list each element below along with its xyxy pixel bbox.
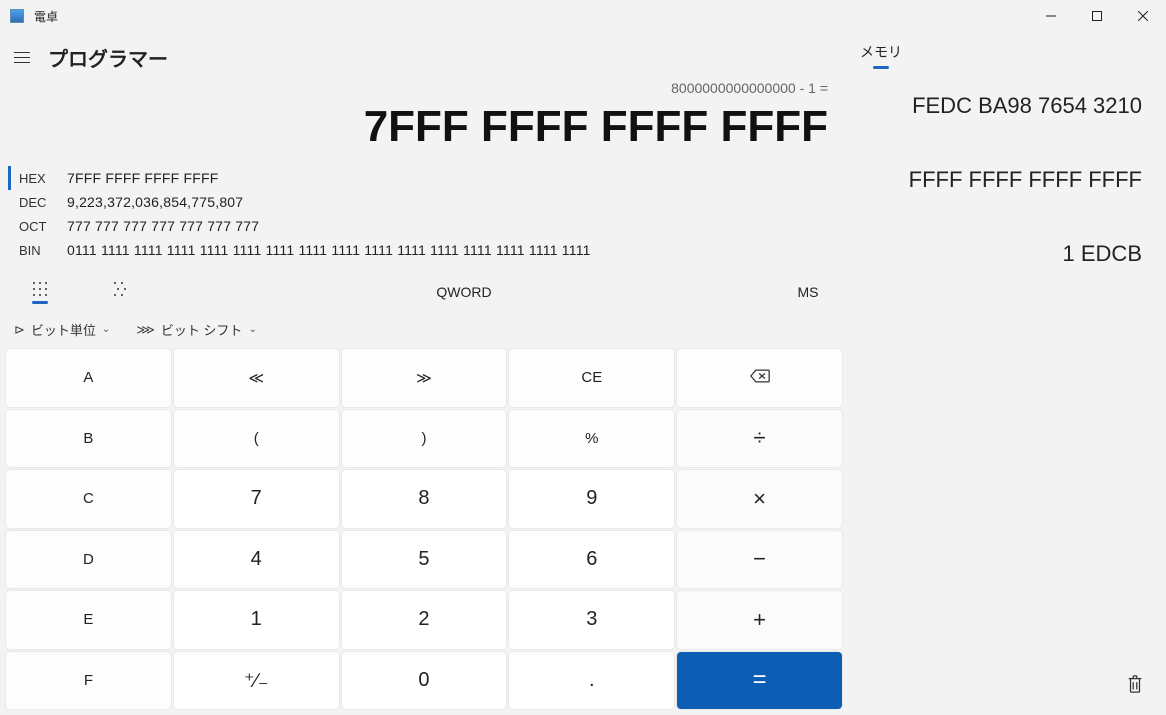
trash-icon xyxy=(1126,674,1144,694)
memory-panel: メモリ FEDC BA98 7654 3210 FFFF FFFF FFFF F… xyxy=(848,32,1166,715)
radix-label-bin: BIN xyxy=(19,243,53,258)
key-a[interactable]: A xyxy=(6,349,171,407)
titlebar-left: 電卓 xyxy=(10,8,58,25)
close-button[interactable] xyxy=(1120,0,1166,32)
key-equals[interactable]: = xyxy=(677,652,842,710)
maximize-button[interactable] xyxy=(1074,0,1120,32)
key-f[interactable]: F xyxy=(6,652,171,710)
word-size-button[interactable]: QWORD xyxy=(160,284,768,300)
window-controls xyxy=(1028,0,1166,32)
logic-gate-icon: ⊳ xyxy=(14,322,25,338)
radix-hex[interactable]: HEX 7FFF FFFF FFFF FFFF xyxy=(8,166,848,190)
radix-label-hex: HEX xyxy=(19,171,53,186)
titlebar: 電卓 xyxy=(0,0,1166,32)
display: 8000000000000000 - 1 = 7FFF FFFF FFFF FF… xyxy=(0,76,848,158)
view-tabs: QWORD MS xyxy=(0,272,848,312)
full-keypad-tab[interactable] xyxy=(0,272,80,312)
key-multiply[interactable]: × xyxy=(677,470,842,528)
radix-value-dec: 9,223,372,036,854,775,807 xyxy=(67,194,243,210)
key-0[interactable]: 0 xyxy=(342,652,507,710)
radix-value-hex: 7FFF FFFF FFFF FFFF xyxy=(67,170,219,186)
radix-value-oct: 777 777 777 777 777 777 777 xyxy=(67,218,259,234)
radix-value-bin: 0111 1111 1111 1111 1111 1111 1111 1111 … xyxy=(67,242,591,258)
radix-list: HEX 7FFF FFFF FFFF FFFF DEC 9,223,372,03… xyxy=(0,158,848,272)
key-b[interactable]: B xyxy=(6,410,171,468)
key-dot[interactable]: . xyxy=(509,652,674,710)
key-add[interactable]: + xyxy=(677,591,842,649)
radix-label-oct: OCT xyxy=(19,219,53,234)
radix-label-dec: DEC xyxy=(19,195,53,210)
key-3[interactable]: 3 xyxy=(509,591,674,649)
key-rsh[interactable]: ≫ xyxy=(342,349,507,407)
key-divide[interactable]: ÷ xyxy=(677,410,842,468)
key-ce[interactable]: CE xyxy=(509,349,674,407)
key-subtract[interactable]: − xyxy=(677,531,842,589)
bitshift-dropdown[interactable]: ⋙ ビット シフト ⌄ xyxy=(136,320,257,339)
expression-text: 8000000000000000 - 1 = xyxy=(10,80,828,102)
bitwise-label: ビット単位 xyxy=(31,320,96,339)
app-icon xyxy=(10,9,24,23)
app-title: 電卓 xyxy=(34,8,58,25)
key-1[interactable]: 1 xyxy=(174,591,339,649)
key-7[interactable]: 7 xyxy=(174,470,339,528)
radix-oct[interactable]: OCT 777 777 777 777 777 777 777 xyxy=(8,214,848,238)
key-percent[interactable]: % xyxy=(509,410,674,468)
memory-tab[interactable]: メモリ xyxy=(860,42,902,69)
key-backspace[interactable] xyxy=(677,349,842,407)
bit-toggle-icon xyxy=(112,281,128,297)
key-9[interactable]: 9 xyxy=(509,470,674,528)
memory-item[interactable]: FEDC BA98 7654 3210 xyxy=(856,75,1150,149)
key-lsh[interactable]: ≪ xyxy=(174,349,339,407)
keypad-icon xyxy=(32,281,48,297)
memory-store-button[interactable]: MS xyxy=(768,284,848,300)
mode-title: プログラマー xyxy=(48,43,168,72)
key-rpar[interactable]: ) xyxy=(342,410,507,468)
key-4[interactable]: 4 xyxy=(174,531,339,589)
memory-item[interactable]: FFFF FFFF FFFF FFFF xyxy=(856,149,1150,223)
key-2[interactable]: 2 xyxy=(342,591,507,649)
key-lpar[interactable]: ( xyxy=(174,410,339,468)
radix-bin[interactable]: BIN 0111 1111 1111 1111 1111 1111 1111 1… xyxy=(8,238,848,262)
key-c[interactable]: C xyxy=(6,470,171,528)
bit-toggling-tab[interactable] xyxy=(80,272,160,312)
calculator-panel: プログラマー 8000000000000000 - 1 = 7FFF FFFF … xyxy=(0,32,848,715)
chevron-down-icon: ⌄ xyxy=(102,324,110,335)
key-5[interactable]: 5 xyxy=(342,531,507,589)
keypad: A ≪ ≫ CE B ( ) % ÷ C 7 8 9 × D 4 5 6 − E… xyxy=(0,349,848,715)
key-d[interactable]: D xyxy=(6,531,171,589)
radix-dec[interactable]: DEC 9,223,372,036,854,775,807 xyxy=(8,190,848,214)
menu-button[interactable] xyxy=(14,52,34,63)
key-plusminus[interactable]: ⁺∕₋ xyxy=(174,652,339,710)
key-6[interactable]: 6 xyxy=(509,531,674,589)
memory-list: FEDC BA98 7654 3210 FFFF FFFF FFFF FFFF … xyxy=(856,75,1150,670)
result-text: 7FFF FFFF FFFF FFFF xyxy=(10,102,828,152)
key-e[interactable]: E xyxy=(6,591,171,649)
memory-item[interactable]: 1 EDCB xyxy=(856,223,1150,297)
memory-tab-label: メモリ xyxy=(860,42,902,62)
key-8[interactable]: 8 xyxy=(342,470,507,528)
bitshift-icon: ⋙ xyxy=(136,322,155,338)
chevron-down-icon: ⌄ xyxy=(248,324,256,335)
options-row: ⊳ ビット単位 ⌄ ⋙ ビット シフト ⌄ xyxy=(0,312,848,349)
backspace-icon xyxy=(750,369,770,387)
clear-memory-button[interactable] xyxy=(1126,681,1144,698)
bitwise-dropdown[interactable]: ⊳ ビット単位 ⌄ xyxy=(14,320,110,339)
minimize-button[interactable] xyxy=(1028,0,1074,32)
bitshift-label: ビット シフト xyxy=(161,320,243,339)
